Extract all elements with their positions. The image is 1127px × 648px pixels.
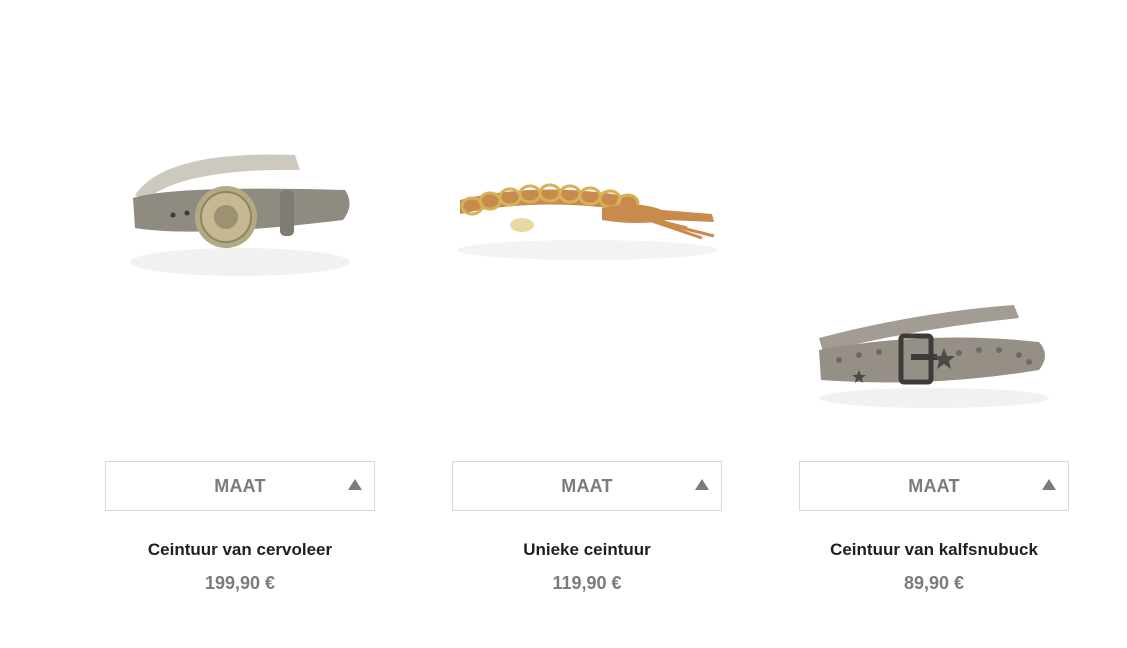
caret-up-icon	[695, 479, 709, 490]
size-select-label: MAAT	[908, 476, 960, 496]
product-card: MAAT Ceintuur van cervoleer 199,90 €	[105, 0, 375, 648]
product-name[interactable]: Ceintuur van cervoleer	[85, 540, 395, 560]
product-price: 119,90 €	[552, 573, 622, 593]
size-select[interactable]: MAAT	[105, 461, 375, 511]
product-name[interactable]: Unieke ceintuur	[432, 540, 742, 560]
product-image-chain-belt[interactable]	[452, 0, 722, 440]
product-name[interactable]: Ceintuur van kalfsnubuck	[779, 540, 1089, 560]
product-image-studded-belt[interactable]	[799, 0, 1069, 440]
caret-up-icon	[348, 479, 362, 490]
belt-illustration	[819, 305, 1049, 408]
product-image-taupe-belt[interactable]	[105, 0, 375, 440]
size-select-label: MAAT	[214, 476, 266, 496]
product-price: 199,90 €	[204, 573, 276, 593]
size-select-label: MAAT	[561, 476, 613, 496]
product-card: MAAT Unieke ceintuur 119,90 €	[452, 0, 722, 648]
belt-illustration	[457, 183, 717, 260]
product-card: MAAT Ceintuur van kalfsnubuck 89,90 €	[799, 0, 1069, 648]
belt-illustration	[130, 154, 350, 276]
size-select[interactable]: MAAT	[799, 461, 1069, 511]
size-select[interactable]: MAAT	[452, 461, 722, 511]
caret-up-icon	[1042, 479, 1056, 490]
product-price: 89,90 €	[903, 573, 965, 593]
